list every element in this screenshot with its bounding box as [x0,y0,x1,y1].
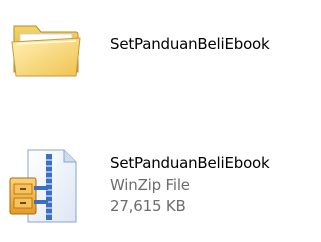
zip-file-name[interactable]: SetPanduanBeliEbook [110,154,270,172]
file-type-label: WinZip File [110,176,190,194]
file-size-label: 27,615 KB [110,197,186,215]
folder-name[interactable]: SetPanduanBeliEbook [110,35,270,53]
zip-file-item[interactable]: SetPanduanBeliEbook WinZip File 27,615 K… [0,130,321,242]
folder-icon[interactable] [6,8,86,88]
folder-item[interactable]: SetPanduanBeliEbook [0,0,321,100]
winzip-file-icon[interactable] [6,146,86,226]
